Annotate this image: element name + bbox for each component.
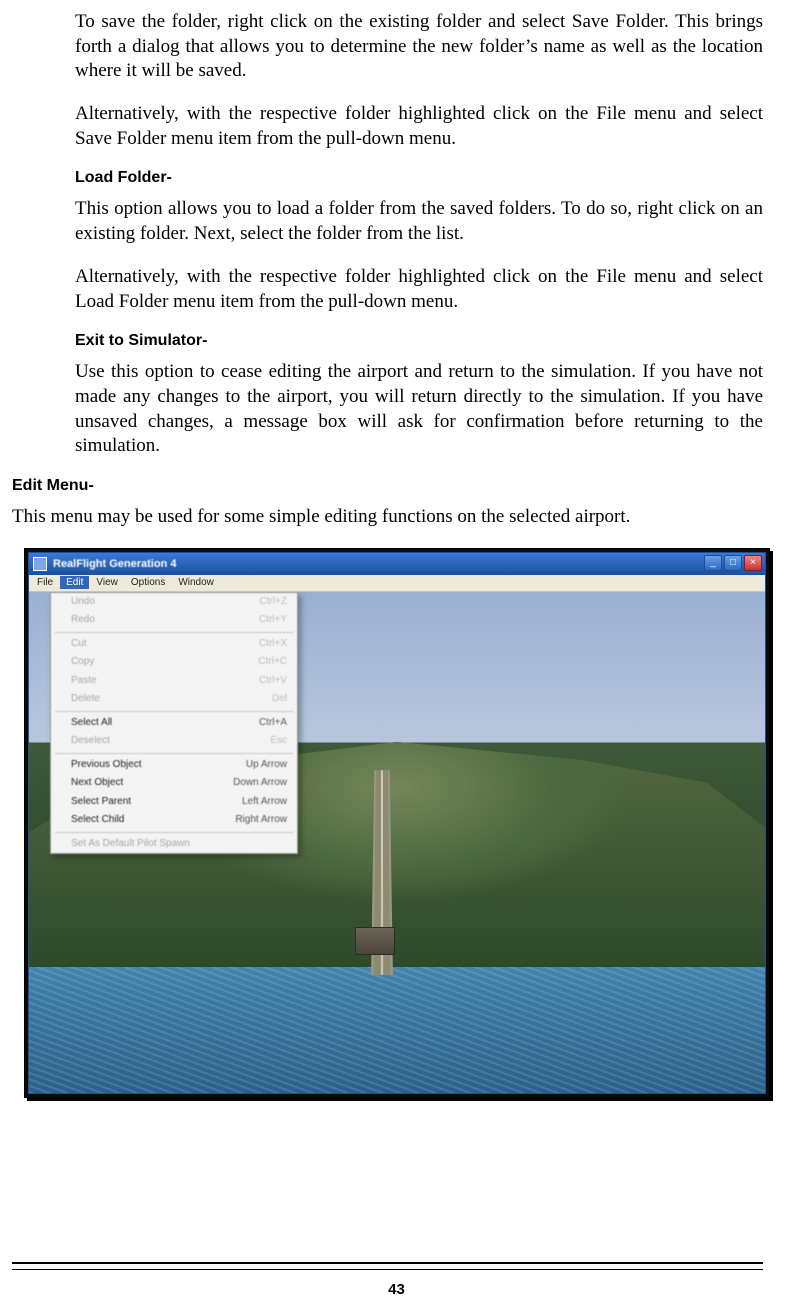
page-number: 43 [0, 1281, 793, 1298]
maximize-button[interactable]: □ [724, 555, 742, 571]
load-folder-paragraph-2: Alternatively, with the respective folde… [75, 265, 763, 314]
menu-item-shortcut: Ctrl+X [259, 638, 287, 651]
menu-item-shortcut: Up Arrow [246, 759, 287, 772]
menu-item-shortcut: Ctrl+Y [259, 614, 287, 627]
menu-item-label: Select Parent [71, 796, 131, 809]
menu-item-label: Cut [71, 638, 87, 651]
menu-item-deselect[interactable]: Deselect Esc [51, 732, 297, 751]
menu-bar: File Edit View Options Window [29, 575, 765, 592]
minimize-button[interactable]: _ [704, 555, 722, 571]
menu-item-next-object[interactable]: Next Object Down Arrow [51, 774, 297, 793]
exit-simulator-paragraph: Use this option to cease editing the air… [75, 360, 763, 459]
menu-item-label: Select All [71, 717, 112, 730]
menu-item-shortcut: Ctrl+C [258, 656, 287, 669]
menu-item-label: Undo [71, 596, 95, 609]
menu-item-select-all[interactable]: Select All Ctrl+A [51, 714, 297, 733]
save-folder-paragraph-1: To save the folder, right click on the e… [75, 10, 763, 84]
scene-dock [355, 927, 395, 955]
menu-window[interactable]: Window [172, 576, 220, 589]
menu-file[interactable]: File [31, 576, 59, 589]
menu-item-shortcut: Ctrl+V [259, 675, 287, 688]
menu-view[interactable]: View [90, 576, 124, 589]
load-folder-heading: Load Folder- [75, 169, 763, 187]
menu-item-shortcut: Del [272, 693, 287, 706]
close-button[interactable]: × [744, 555, 762, 571]
footer-rule [12, 1262, 763, 1270]
menu-item-select-child[interactable]: Select Child Right Arrow [51, 811, 297, 830]
menu-item-label: Set As Default Pilot Spawn [71, 838, 190, 851]
edit-dropdown-menu: Undo Ctrl+Z Redo Ctrl+Y Cut Ctrl+X [50, 592, 298, 855]
menu-separator [55, 632, 293, 633]
app-icon [33, 557, 47, 571]
menu-item-delete[interactable]: Delete Del [51, 690, 297, 709]
title-bar: RealFlight Generation 4 _ □ × [29, 553, 765, 575]
menu-separator [55, 711, 293, 712]
menu-item-label: Paste [71, 675, 97, 688]
menu-item-shortcut: Down Arrow [233, 777, 287, 790]
menu-separator [55, 753, 293, 754]
menu-item-paste[interactable]: Paste Ctrl+V [51, 672, 297, 691]
menu-item-shortcut: Right Arrow [235, 814, 287, 827]
edit-menu-heading: Edit Menu- [12, 477, 763, 495]
menu-item-shortcut: Ctrl+A [259, 717, 287, 730]
menu-edit[interactable]: Edit [60, 576, 89, 589]
app-window: RealFlight Generation 4 _ □ × File Edit … [28, 552, 766, 1094]
menu-item-set-default-pilot-spawn[interactable]: Set As Default Pilot Spawn [51, 835, 297, 854]
menu-options[interactable]: Options [125, 576, 171, 589]
menu-item-undo[interactable]: Undo Ctrl+Z [51, 593, 297, 612]
menu-item-select-parent[interactable]: Select Parent Left Arrow [51, 793, 297, 812]
viewport-3d[interactable]: Undo Ctrl+Z Redo Ctrl+Y Cut Ctrl+X [29, 592, 765, 1093]
menu-item-shortcut: Ctrl+Z [260, 596, 288, 609]
menu-item-label: Delete [71, 693, 100, 706]
save-folder-paragraph-2: Alternatively, with the respective folde… [75, 102, 763, 151]
menu-separator [55, 832, 293, 833]
menu-item-label: Copy [71, 656, 94, 669]
menu-item-label: Deselect [71, 735, 110, 748]
menu-item-redo[interactable]: Redo Ctrl+Y [51, 611, 297, 630]
menu-item-label: Next Object [71, 777, 123, 790]
menu-item-label: Previous Object [71, 759, 142, 772]
menu-item-label: Select Child [71, 814, 124, 827]
menu-item-shortcut: Left Arrow [242, 796, 287, 809]
menu-item-cut[interactable]: Cut Ctrl+X [51, 635, 297, 654]
window-title: RealFlight Generation 4 [53, 558, 176, 570]
menu-item-previous-object[interactable]: Previous Object Up Arrow [51, 756, 297, 775]
screenshot-figure: RealFlight Generation 4 _ □ × File Edit … [24, 548, 770, 1098]
menu-item-label: Redo [71, 614, 95, 627]
load-folder-paragraph-1: This option allows you to load a folder … [75, 197, 763, 246]
menu-item-copy[interactable]: Copy Ctrl+C [51, 653, 297, 672]
exit-simulator-heading: Exit to Simulator- [75, 332, 763, 350]
edit-menu-paragraph: This menu may be used for some simple ed… [12, 505, 763, 530]
menu-item-shortcut: Esc [270, 735, 287, 748]
